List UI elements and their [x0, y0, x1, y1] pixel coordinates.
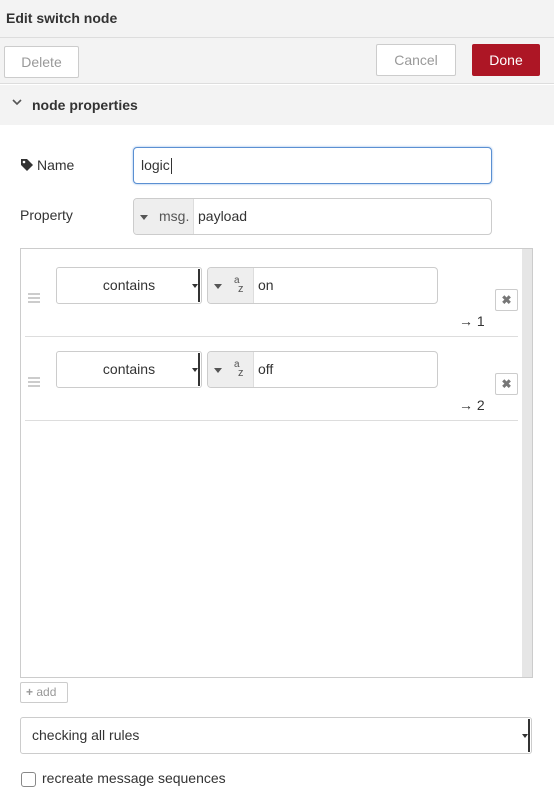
rule-value-type-selector[interactable]: az: [208, 352, 254, 387]
rule-value: on: [258, 277, 274, 293]
dropdown-arrow-icon: [192, 269, 200, 302]
delete-button[interactable]: Delete: [4, 46, 79, 78]
property-value: payload: [198, 208, 248, 224]
dialog-toolbar: Delete Cancel Done: [0, 38, 554, 84]
checking-mode-select[interactable]: checking all rules: [20, 717, 532, 754]
recreate-sequences-label: recreate message sequences: [42, 770, 226, 786]
property-label: Property: [20, 207, 73, 223]
section-label: node properties: [32, 97, 138, 113]
drag-handle-icon[interactable]: [28, 293, 40, 303]
dialog-titlebar: Edit switch node: [0, 0, 554, 38]
add-rule-label: add: [36, 685, 57, 699]
text-caret: [170, 158, 172, 175]
rules-scrollbar[interactable]: [522, 249, 532, 677]
drag-handle-icon[interactable]: [28, 377, 40, 387]
tag-icon: [21, 159, 33, 171]
rule-operator-value: contains: [102, 361, 156, 377]
rule-operator-select[interactable]: contains: [56, 267, 202, 304]
done-button[interactable]: Done: [472, 44, 540, 76]
property-input[interactable]: msg. payload: [133, 198, 492, 235]
node-properties-section-header[interactable]: node properties: [0, 85, 554, 125]
dropdown-arrow-icon: [214, 367, 222, 373]
rule-value-input[interactable]: az off: [207, 351, 438, 388]
dropdown-arrow-icon: [140, 214, 148, 220]
property-type-prefix: msg.: [159, 208, 190, 224]
rule-operator-value: contains: [102, 277, 156, 293]
remove-rule-button[interactable]: ✖: [495, 289, 518, 311]
rule-row: contains az on ✖ → 1: [25, 253, 518, 337]
name-input-value: logic: [141, 157, 170, 173]
rule-value: off: [258, 361, 274, 377]
string-type-icon: az: [234, 275, 244, 295]
rule-output-port: → 1: [459, 313, 485, 329]
plus-icon: +: [26, 685, 34, 699]
rules-list: contains az on ✖ → 1 contains az off ✖ →…: [20, 248, 533, 678]
rule-value-type-selector[interactable]: az: [208, 268, 254, 303]
rule-value-input[interactable]: az on: [207, 267, 438, 304]
dropdown-arrow-icon: [214, 283, 222, 289]
rule-operator-select[interactable]: contains: [56, 351, 202, 388]
recreate-sequences-checkbox[interactable]: [21, 772, 36, 787]
property-type-selector[interactable]: msg.: [134, 199, 194, 234]
dialog-title: Edit switch node: [6, 10, 118, 26]
dropdown-arrow-icon: [192, 353, 200, 386]
dropdown-arrow-icon: [522, 719, 530, 752]
rule-row: contains az off ✖ → 2: [25, 337, 518, 421]
add-rule-button[interactable]: + add: [20, 682, 68, 703]
chevron-down-icon: [12, 99, 22, 106]
cancel-button[interactable]: Cancel: [376, 44, 456, 76]
remove-rule-button[interactable]: ✖: [495, 373, 518, 395]
rule-output-port: → 2: [459, 397, 485, 413]
name-label: Name: [37, 157, 75, 173]
name-input[interactable]: logic: [133, 147, 492, 184]
checking-mode-value: checking all rules: [32, 727, 140, 743]
string-type-icon: az: [234, 359, 244, 379]
